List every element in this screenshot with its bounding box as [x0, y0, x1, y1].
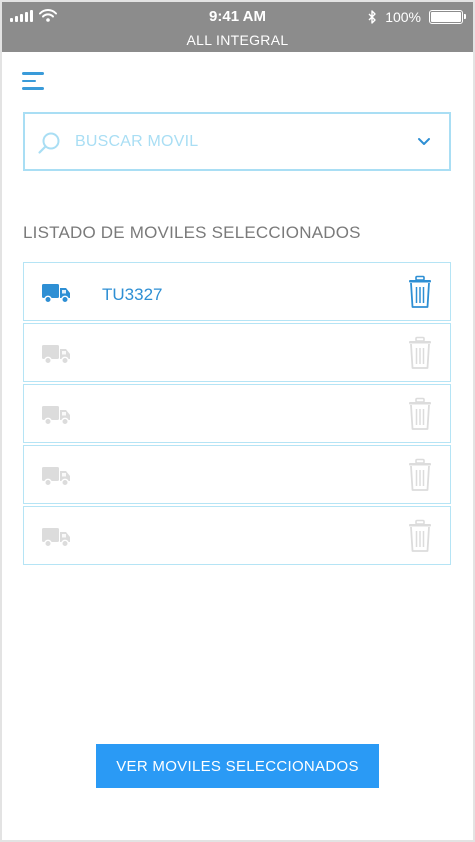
truck-icon	[42, 406, 70, 426]
vehicle-row[interactable]	[23, 323, 451, 382]
list-heading: LISTADO DE MOVILES SELECCIONADOS	[23, 223, 361, 242]
vehicle-row[interactable]	[23, 445, 451, 504]
truck-icon	[42, 467, 70, 487]
search-icon	[38, 132, 60, 154]
truck-icon	[42, 528, 70, 548]
status-bar: 9:41 AM ALL INTEGRAL 100%	[2, 2, 473, 52]
selected-vehicles-list: TU3327	[23, 262, 451, 567]
trash-icon[interactable]	[408, 336, 432, 370]
battery-icon	[429, 10, 466, 24]
truck-icon	[42, 284, 70, 304]
trash-icon[interactable]	[408, 397, 432, 431]
trash-icon[interactable]	[408, 458, 432, 492]
vehicle-plate: TU3327	[102, 285, 163, 304]
bluetooth-icon	[368, 10, 376, 24]
truck-icon	[42, 345, 70, 365]
app-title: ALL INTEGRAL	[186, 32, 289, 48]
trash-icon[interactable]	[408, 275, 432, 309]
chevron-down-icon[interactable]	[417, 134, 431, 148]
battery-percentage: 100%	[385, 9, 421, 25]
status-right: 100%	[368, 9, 466, 25]
search-placeholder: BUSCAR MOVIL	[75, 133, 199, 150]
vehicle-row[interactable]	[23, 384, 451, 443]
search-field[interactable]: BUSCAR MOVIL	[23, 112, 451, 171]
vehicle-row[interactable]	[23, 506, 451, 565]
view-selected-button[interactable]: VER MOVILES SELECCIONADOS	[96, 744, 379, 788]
hamburger-menu-icon[interactable]	[22, 72, 46, 92]
vehicle-row[interactable]: TU3327	[23, 262, 451, 321]
trash-icon[interactable]	[408, 519, 432, 553]
